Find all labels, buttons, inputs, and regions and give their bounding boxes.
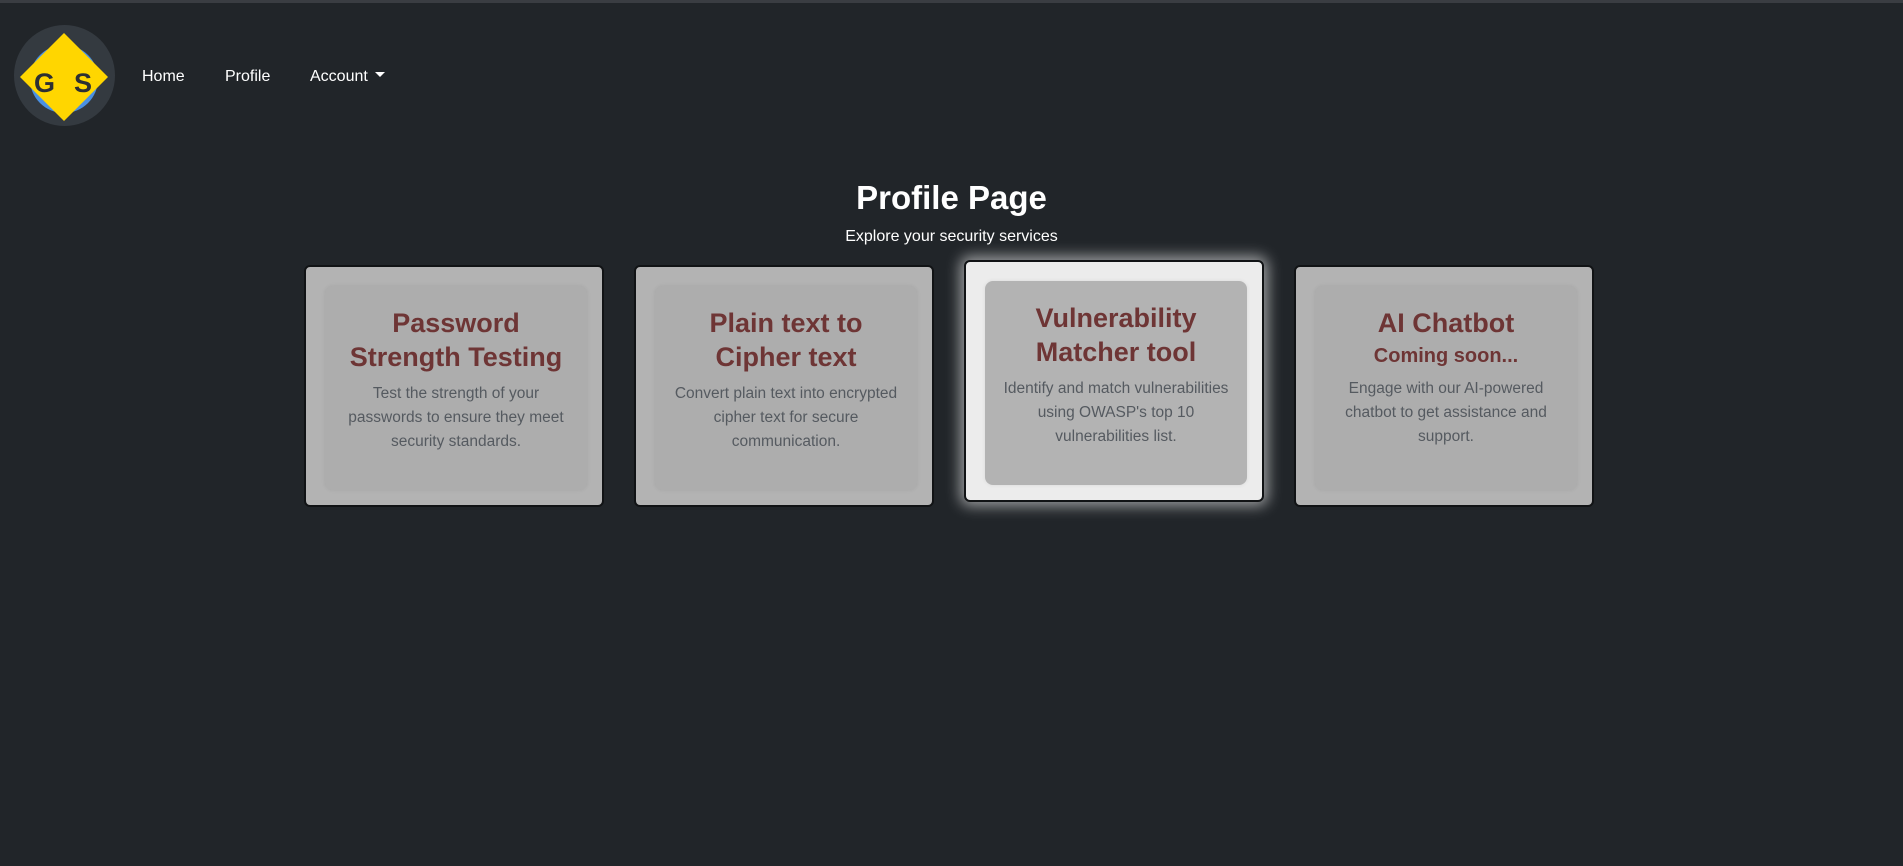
card-title: Vulnerability Matcher tool — [1035, 303, 1197, 367]
card-description: Convert plain text into encrypted cipher… — [674, 385, 898, 450]
service-card-cipher-text[interactable]: Plain text to Cipher text Convert plain … — [634, 265, 934, 507]
logo-emblem-icon — [20, 33, 108, 121]
card-description: Identify and match vulnerabilities using… — [1003, 380, 1229, 445]
service-card-password-strength[interactable]: Password Strength Testing Test the stren… — [304, 265, 604, 507]
card-body: Plain text to Cipher text Convert plain … — [655, 286, 917, 490]
card-body: AI Chatbot Coming soon... Engage with ou… — [1315, 286, 1577, 490]
page-title: Profile Page — [856, 179, 1047, 216]
caret-down-icon — [374, 72, 385, 78]
card-title: AI Chatbot — [1377, 308, 1515, 338]
card-title: Plain text to Cipher text — [709, 308, 863, 372]
nav-link-profile[interactable]: Profile — [225, 67, 270, 87]
card-description: Test the strength of your passwords to e… — [348, 385, 564, 450]
logo-letter-s: S — [74, 68, 93, 98]
navbar: G S Home Profile Account — [0, 3, 1903, 148]
page-subtitle: Explore your security services — [845, 228, 1058, 245]
nav-link-home[interactable]: Home — [142, 67, 185, 87]
card-body: Vulnerability Matcher tool Identify and … — [985, 281, 1247, 485]
nav-dropdown-account[interactable]: Account — [310, 67, 385, 87]
service-card-ai-chatbot[interactable]: AI Chatbot Coming soon... Engage with ou… — [1294, 265, 1594, 507]
card-description: Engage with our AI-powered chatbot to ge… — [1345, 380, 1547, 445]
service-card-vulnerability-matcher[interactable]: Vulnerability Matcher tool Identify and … — [964, 260, 1264, 502]
brand-logo[interactable]: G S — [14, 25, 115, 126]
card-body: Password Strength Testing Test the stren… — [325, 286, 587, 490]
logo-letter-g: G — [34, 68, 56, 98]
card-title: Password Strength Testing — [349, 308, 563, 372]
card-status-coming-soon: Coming soon... — [1373, 345, 1519, 367]
nav-account-label: Account — [310, 68, 368, 85]
